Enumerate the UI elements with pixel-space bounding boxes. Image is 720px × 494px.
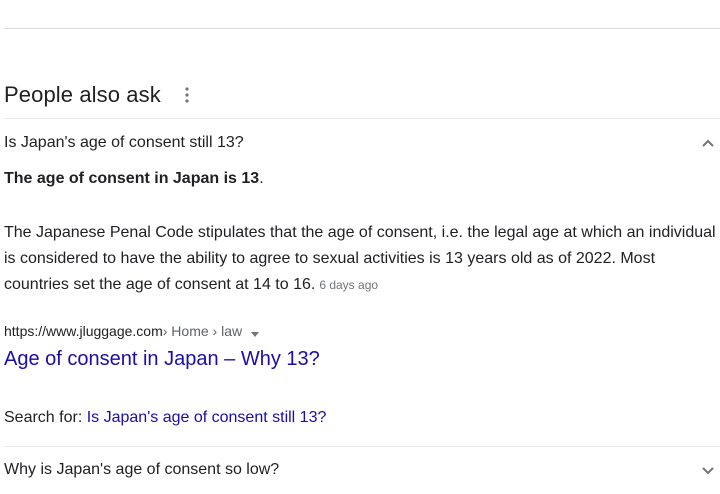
answer-headline-end: . (259, 170, 264, 187)
source-url: https://www.jluggage.com (4, 323, 163, 339)
answer-snippet: The Japanese Penal Code stipulates that … (4, 220, 716, 298)
question-divider (4, 118, 720, 119)
question-divider (4, 446, 720, 447)
top-divider (4, 28, 720, 29)
search-for-label: Search for: (4, 409, 83, 426)
question-text: Why is Japan's age of consent so low? (4, 461, 280, 478)
question-row-1[interactable]: Is Japan's age of consent still 13? (4, 132, 720, 154)
question-row-2[interactable]: Why is Japan's age of consent so low? (4, 459, 720, 481)
source-breadcrumb: › Home › law (162, 323, 243, 339)
caret-down-icon[interactable] (250, 326, 260, 337)
result-title-link[interactable]: Age of consent in Japan – Why 13? (4, 348, 320, 371)
answer-date: 6 days ago (319, 278, 379, 292)
people-also-ask-header: People also ask (4, 78, 195, 112)
search-for-row: Search for: Is Japan's age of consent st… (4, 409, 326, 427)
people-also-ask-title: People also ask (4, 82, 161, 107)
chevron-down-icon[interactable] (698, 460, 718, 480)
answer-headline: The age of consent in Japan is 13. (4, 170, 264, 188)
question-text: Is Japan's age of consent still 13? (4, 134, 244, 151)
answer-headline-bold: The age of consent in Japan is 13 (4, 170, 260, 187)
more-vert-icon[interactable] (179, 85, 195, 105)
chevron-up-icon[interactable] (698, 133, 718, 153)
search-for-link[interactable]: Is Japan's age of consent still 13? (87, 409, 327, 426)
source-citation[interactable]: https://www.jluggage.com › Home › law (4, 323, 260, 339)
